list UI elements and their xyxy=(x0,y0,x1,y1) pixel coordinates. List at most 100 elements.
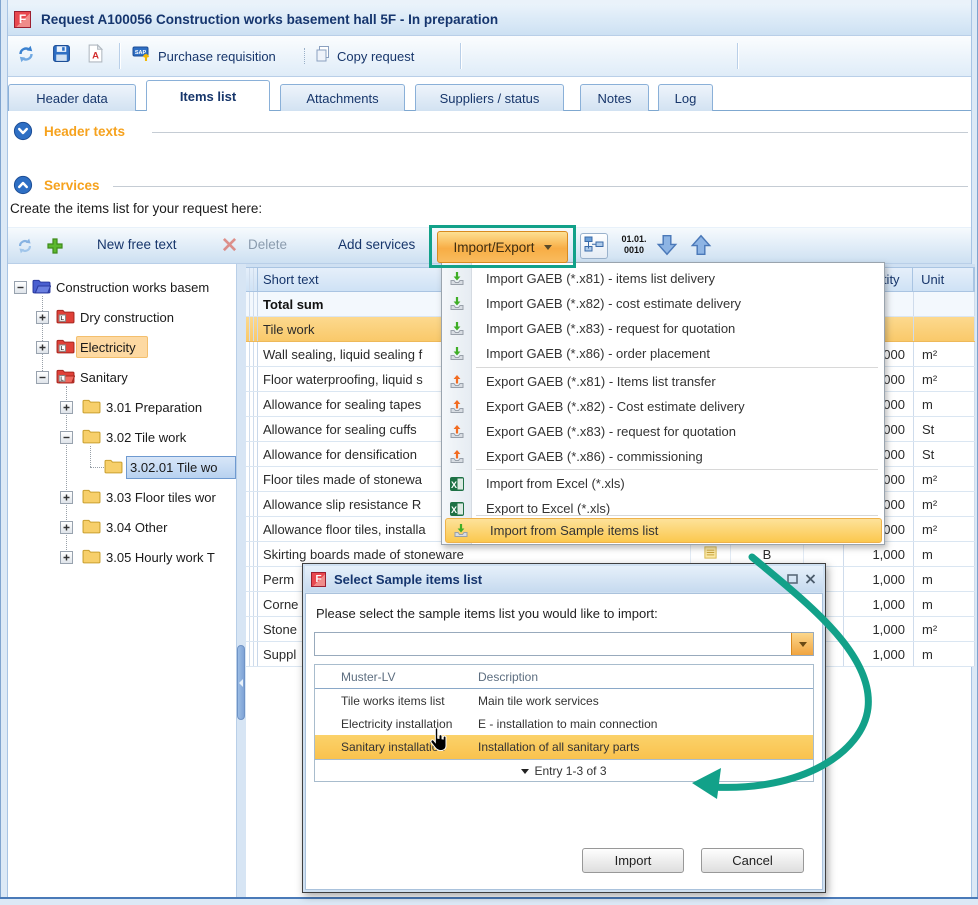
tab-log[interactable]: Log xyxy=(658,84,713,111)
row-unit: m xyxy=(913,542,975,566)
splitter-collapse-handle[interactable] xyxy=(237,645,245,720)
collapse-left-icon xyxy=(238,678,244,688)
import-button[interactable]: Import xyxy=(582,848,684,873)
sap-transfer-icon: SAP xyxy=(132,45,153,67)
combo-dropdown-button[interactable] xyxy=(791,633,813,655)
purchase-requisition-button[interactable]: SAP Purchase requisition xyxy=(132,45,276,67)
add-item-button[interactable] xyxy=(46,237,64,260)
menu-item-label: Import from Excel (*.xls) xyxy=(486,476,625,491)
tree-node-sanitary[interactable]: Sanitary xyxy=(80,370,128,385)
import-icon xyxy=(442,271,472,287)
column-muster-lv[interactable]: Muster-LV xyxy=(341,670,478,684)
import-export-button[interactable]: Import/Export xyxy=(437,231,568,263)
close-icon[interactable] xyxy=(801,571,819,587)
tree-expander-collapse[interactable] xyxy=(14,281,27,294)
tree-expander-collapse[interactable] xyxy=(60,431,73,444)
panel-splitter[interactable] xyxy=(236,264,246,897)
new-free-text-button[interactable]: New free text xyxy=(97,237,177,252)
maximize-icon[interactable] xyxy=(783,571,801,587)
refresh-items-button[interactable] xyxy=(16,237,34,260)
tree-node-root[interactable]: Construction works basem xyxy=(56,280,236,295)
sample-row-tile-works[interactable]: Tile works items list Main tile work ser… xyxy=(315,689,813,712)
sample-row-electricity[interactable]: Electricity installation E - installatio… xyxy=(315,712,813,735)
header-texts-toggle[interactable] xyxy=(13,121,33,146)
services-toggle[interactable] xyxy=(13,175,33,200)
tree-node-3-02[interactable]: 3.02 Tile work xyxy=(106,430,186,445)
menu-separator xyxy=(476,367,878,368)
chevron-down-icon xyxy=(544,245,552,250)
row-gutter xyxy=(246,542,258,566)
sample-list-table: Muster-LV Description Tile works items l… xyxy=(314,664,814,782)
structure-view-button[interactable] xyxy=(580,233,608,259)
sample-row-sanitary-selected[interactable]: Sanitary installation Installation of al… xyxy=(315,735,813,759)
header-unit[interactable]: Unit xyxy=(912,268,974,291)
tree-node-3-01[interactable]: 3.01 Preparation xyxy=(106,400,202,415)
toolbar-separator xyxy=(460,43,461,69)
row-gutter xyxy=(246,567,258,591)
tree-node-3-04[interactable]: 3.04 Other xyxy=(106,520,167,535)
column-description[interactable]: Description xyxy=(478,670,538,684)
tree-node-3-02-01[interactable]: 3.02.01 Tile wo xyxy=(130,460,236,475)
menu-item-export-x86[interactable]: Export GAEB (*.x86) - commissioning xyxy=(442,444,884,469)
tree-node-3-03[interactable]: 3.03 Floor tiles wor xyxy=(106,490,236,505)
tab-attachments[interactable]: Attachments xyxy=(280,84,405,111)
svg-text:X: X xyxy=(451,480,457,490)
tree-expander-expand[interactable] xyxy=(36,311,49,324)
export-pdf-button[interactable]: A xyxy=(86,45,105,67)
tab-items-list[interactable]: Items list xyxy=(146,80,270,111)
menu-item-export-x81[interactable]: Export GAEB (*.x81) - Items list transfe… xyxy=(442,369,884,394)
menu-item-export-x82[interactable]: Export GAEB (*.x82) - Cost estimate deli… xyxy=(442,394,884,419)
menu-item-label: Import from Sample items list xyxy=(490,523,658,538)
svg-text:X: X xyxy=(451,505,457,515)
sample-desc: E - installation to main connection xyxy=(478,717,657,731)
row-gutter xyxy=(246,467,258,491)
save-button[interactable] xyxy=(52,45,71,67)
cancel-button[interactable]: Cancel xyxy=(701,848,804,873)
menu-item-import-x82[interactable]: Import GAEB (*.x82) - cost estimate deli… xyxy=(442,291,884,316)
tree-node-3-05[interactable]: 3.05 Hourly work T xyxy=(106,550,236,565)
menu-item-label: Import GAEB (*.x86) - order placement xyxy=(486,346,710,361)
menu-item-import-x86[interactable]: Import GAEB (*.x86) - order placement xyxy=(442,341,884,366)
row-quantity: 1,000 xyxy=(843,617,913,641)
svg-text:L: L xyxy=(61,346,65,352)
header-gutter xyxy=(246,268,258,291)
menu-item-import-x83[interactable]: Import GAEB (*.x83) - request for quotat… xyxy=(442,316,884,341)
hierarchy-icon xyxy=(583,235,605,258)
menu-item-import-sample-items-list[interactable]: Import from Sample items list xyxy=(445,518,882,543)
dialog-prompt: Please select the sample items list you … xyxy=(316,606,658,621)
refresh-button[interactable] xyxy=(16,45,36,67)
row-unit xyxy=(913,292,975,316)
copy-request-button[interactable]: Copy request xyxy=(314,45,414,67)
folder-yellow-icon xyxy=(82,518,101,539)
sample-list-pager[interactable]: Entry 1-3 of 3 xyxy=(315,759,813,782)
items-tree-panel: Construction works basem L Dry construct… xyxy=(8,264,236,897)
row-gutter xyxy=(246,317,258,341)
tree-expander-collapse[interactable] xyxy=(36,371,49,384)
sample-list-combobox[interactable] xyxy=(314,632,814,656)
menu-item-import-excel[interactable]: X Import from Excel (*.xls) xyxy=(442,471,884,496)
tab-label: Notes xyxy=(598,91,632,106)
row-unit xyxy=(913,317,975,341)
delete-button[interactable]: Delete xyxy=(248,237,287,252)
date-stamp-button[interactable]: 01.01. 0010 xyxy=(616,234,652,256)
add-services-button[interactable]: Add services xyxy=(338,237,415,252)
toolbar-separator xyxy=(737,43,738,69)
move-down-button[interactable] xyxy=(656,233,678,262)
tree-node-electricity[interactable]: Electricity xyxy=(80,340,136,355)
tab-header-data[interactable]: Header data xyxy=(8,84,136,111)
tab-suppliers-status[interactable]: Suppliers / status xyxy=(415,84,564,111)
tree-expander-expand[interactable] xyxy=(60,401,73,414)
sample-list-header: Muster-LV Description xyxy=(315,665,813,689)
menu-item-export-x83[interactable]: Export GAEB (*.x83) - request for quotat… xyxy=(442,419,884,444)
tree-expander-expand[interactable] xyxy=(60,551,73,564)
move-up-button[interactable] xyxy=(690,233,712,262)
tab-notes[interactable]: Notes xyxy=(580,84,649,111)
note-icon[interactable] xyxy=(703,545,718,563)
row-gutter xyxy=(246,292,258,316)
tree-expander-expand[interactable] xyxy=(60,521,73,534)
tree-expander-expand[interactable] xyxy=(60,491,73,504)
menu-item-import-x81[interactable]: Import GAEB (*.x81) - items list deliver… xyxy=(442,266,884,291)
pager-label: Entry 1-3 of 3 xyxy=(534,764,606,778)
tree-expander-expand[interactable] xyxy=(36,341,49,354)
tree-node-dry-construction[interactable]: Dry construction xyxy=(80,310,174,325)
